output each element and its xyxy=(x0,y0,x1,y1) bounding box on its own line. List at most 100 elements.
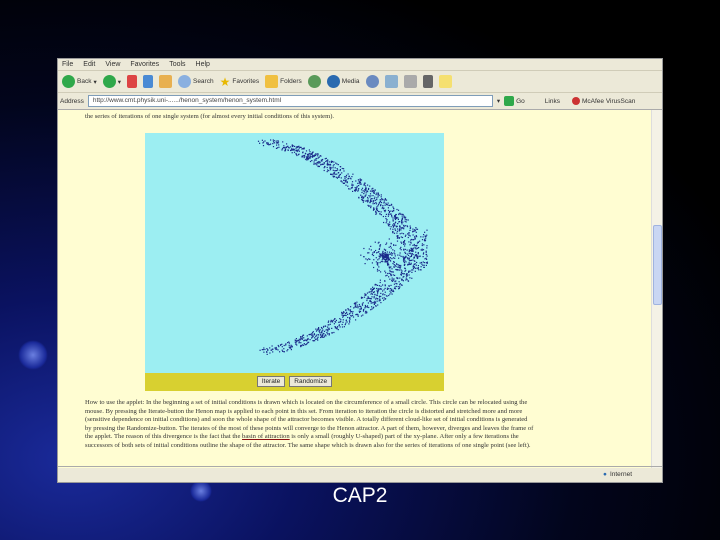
home-icon[interactable] xyxy=(158,75,172,88)
attractor-point xyxy=(380,199,382,201)
attractor-plot[interactable] xyxy=(145,133,444,373)
attractor-point xyxy=(355,319,357,321)
attractor-point xyxy=(343,326,345,328)
attractor-point xyxy=(352,316,355,318)
attractor-point xyxy=(272,146,275,148)
scrollbar-thumb[interactable] xyxy=(653,225,662,305)
attractor-point xyxy=(338,176,340,178)
attractor-point xyxy=(404,251,406,253)
attractor-point xyxy=(261,139,263,141)
attractor-point xyxy=(412,230,414,232)
links-label[interactable]: Links xyxy=(545,98,560,105)
attractor-point xyxy=(343,179,345,181)
folders-button[interactable]: Folders xyxy=(265,75,302,88)
back-arrow-icon xyxy=(62,75,75,88)
attractor-point xyxy=(384,253,386,255)
attractor-point xyxy=(283,344,285,347)
favorites-button[interactable]: ★ Favorites xyxy=(220,75,260,89)
attractor-point xyxy=(339,173,341,175)
attractor-point xyxy=(324,334,326,336)
attractor-point xyxy=(384,287,386,289)
media-button[interactable]: Media xyxy=(326,75,360,88)
attractor-point xyxy=(357,305,359,308)
attractor-point xyxy=(376,284,379,286)
menu-help[interactable]: Help xyxy=(196,61,210,68)
attractor-point xyxy=(335,170,338,172)
forward-button[interactable]: ▾ xyxy=(102,75,121,88)
attractor-point xyxy=(373,296,375,298)
attractor-point xyxy=(379,256,381,258)
attractor-point xyxy=(314,337,316,339)
history-icon[interactable] xyxy=(307,75,321,88)
basin-of-attraction-link[interactable]: basin of attraction xyxy=(242,433,290,440)
menu-tools[interactable]: Tools xyxy=(169,61,185,68)
attractor-point xyxy=(271,345,273,347)
note-icon[interactable] xyxy=(438,75,452,88)
attractor-point xyxy=(384,291,386,293)
attractor-point xyxy=(337,329,339,331)
menu-file[interactable]: File xyxy=(62,61,73,68)
attractor-point xyxy=(402,233,405,235)
menu-edit[interactable]: Edit xyxy=(83,61,95,68)
attractor-point xyxy=(376,287,378,290)
attractor-point xyxy=(318,330,320,333)
attractor-point xyxy=(388,214,390,216)
attractor-point xyxy=(426,261,428,263)
attractor-point xyxy=(391,254,393,256)
refresh-icon[interactable] xyxy=(142,75,153,88)
attractor-point xyxy=(424,258,426,260)
search-button[interactable]: Search xyxy=(177,75,214,88)
attractor-point xyxy=(313,159,316,161)
attractor-point xyxy=(270,139,272,141)
attractor-point xyxy=(422,236,424,238)
mail-icon[interactable] xyxy=(365,75,379,88)
vertical-scrollbar[interactable] xyxy=(651,110,662,468)
attractor-point xyxy=(383,297,385,299)
attractor-point xyxy=(326,333,328,335)
attractor-point xyxy=(371,290,373,292)
attractor-point xyxy=(399,212,401,214)
attractor-point xyxy=(262,349,264,351)
attractor-point xyxy=(314,338,317,340)
edit-icon[interactable] xyxy=(384,75,398,88)
attractor-point xyxy=(418,269,420,271)
back-button[interactable]: Back ▾ xyxy=(62,75,97,88)
attractor-point xyxy=(391,288,393,290)
attractor-point xyxy=(361,303,363,305)
print-icon[interactable] xyxy=(403,75,417,88)
attractor-point xyxy=(395,214,397,216)
attractor-point xyxy=(368,205,370,207)
attractor-point xyxy=(329,168,331,170)
iterate-button[interactable]: Iterate xyxy=(256,376,286,387)
attractor-point xyxy=(388,288,390,290)
attractor-point xyxy=(380,202,383,204)
attractor-point xyxy=(408,257,410,259)
attractor-point xyxy=(387,256,389,258)
attractor-point xyxy=(390,247,392,249)
attractor-point xyxy=(376,199,378,201)
attractor-point xyxy=(320,164,322,166)
discuss-icon[interactable] xyxy=(422,75,433,88)
attractor-point xyxy=(309,151,311,153)
attractor-point xyxy=(379,281,381,284)
menu-view[interactable]: View xyxy=(105,61,120,68)
attractor-point xyxy=(384,258,386,261)
go-button[interactable]: Go xyxy=(504,96,525,106)
attractor-point xyxy=(390,284,392,286)
attractor-point xyxy=(407,236,409,239)
attractor-point xyxy=(377,193,379,195)
attractor-point xyxy=(375,302,377,304)
attractor-point xyxy=(426,262,428,264)
attractor-point xyxy=(277,349,279,351)
stop-icon[interactable] xyxy=(126,75,137,88)
address-dropdown[interactable]: ▾ xyxy=(497,97,500,105)
randomize-button[interactable]: Randomize xyxy=(289,376,333,387)
attractor-point xyxy=(409,270,411,272)
attractor-point xyxy=(397,228,399,230)
attractor-point xyxy=(334,170,336,172)
attractor-point xyxy=(276,144,278,146)
address-input[interactable]: http://www.cmt.physik.uni-....../henon_s… xyxy=(87,95,493,107)
menu-favorites[interactable]: Favorites xyxy=(130,61,159,68)
attractor-point xyxy=(407,257,409,259)
links-mcafee[interactable]: McAfee VirusScan xyxy=(571,97,635,105)
